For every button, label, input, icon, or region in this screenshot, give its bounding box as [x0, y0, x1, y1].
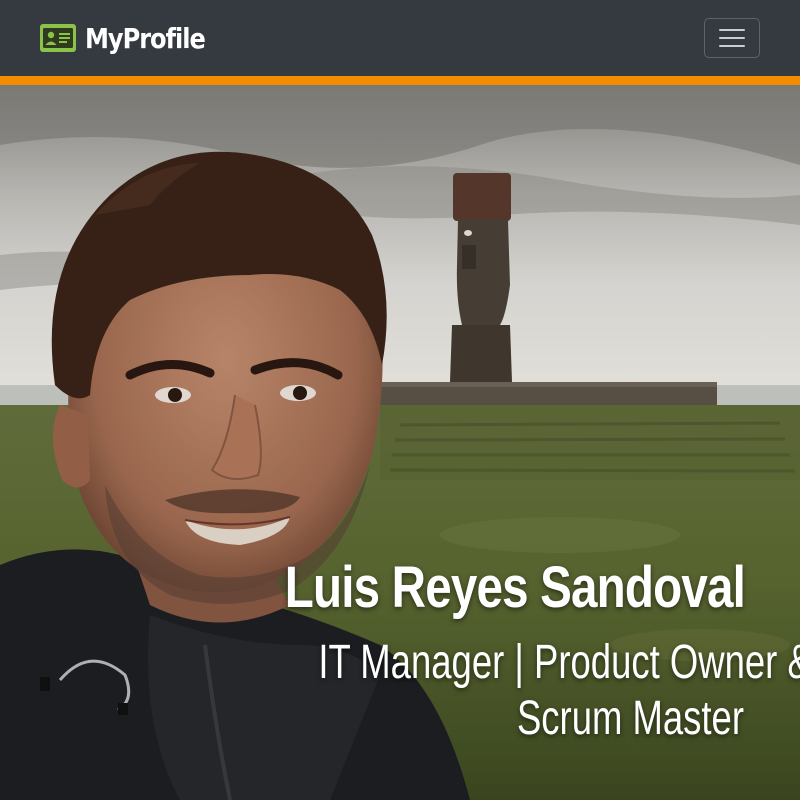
hero-section: Luis Reyes Sandoval IT Manager | Product…: [0, 85, 800, 800]
hero-text: Luis Reyes Sandoval IT Manager | Product…: [184, 555, 800, 747]
hero-role-line-1: IT Manager | Product Owner &: [318, 636, 800, 689]
navbar-toggle-button[interactable]: [704, 18, 760, 58]
hero-name: Luis Reyes Sandoval: [284, 555, 746, 620]
hero-role-line-2: Scrum Master: [516, 692, 744, 745]
accent-bar: [0, 76, 800, 85]
hero-role: IT Manager | Product Owner & Scrum Maste…: [318, 635, 800, 747]
hamburger-menu-icon: [719, 29, 745, 31]
brand-name: MyProfile: [85, 21, 206, 55]
id-card-icon: [40, 24, 76, 52]
brand-link[interactable]: MyProfile: [40, 22, 224, 55]
navbar: MyProfile: [0, 0, 800, 76]
